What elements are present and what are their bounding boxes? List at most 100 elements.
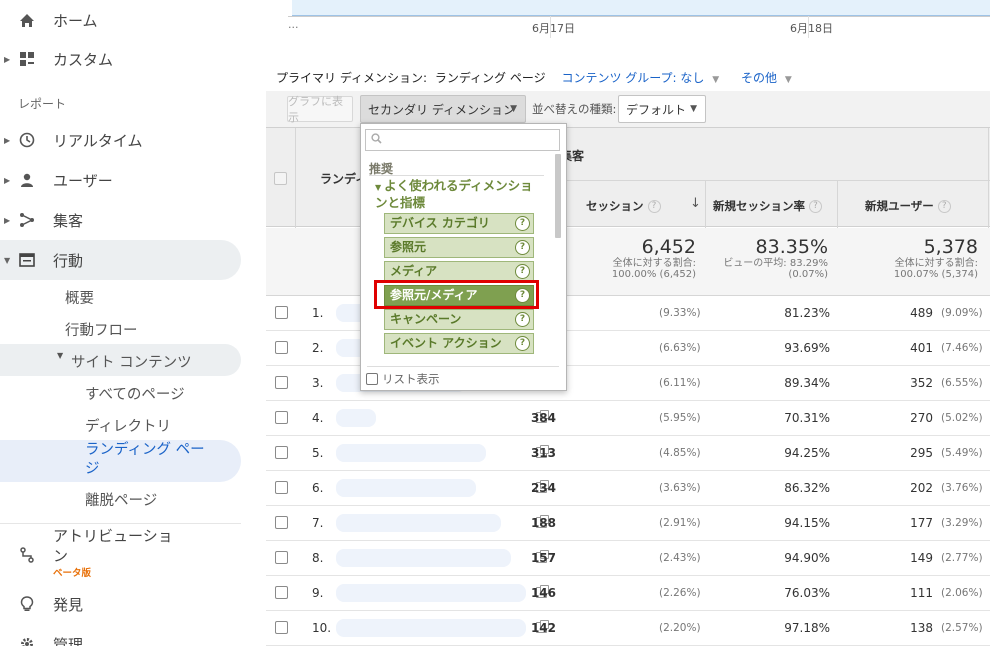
row-checkbox[interactable] [275,586,288,599]
row-checkbox[interactable] [275,446,288,459]
table-row[interactable]: 4. 384 (5.95%) 70.31% 270 (5.02%) [266,401,990,436]
sidebar-item-users[interactable]: ▶ ユーザー [0,160,241,200]
list-view-label: リスト表示 [382,372,440,386]
new-users-column-header[interactable]: 新規ユーザー? [865,198,951,214]
help-icon[interactable]: ? [515,240,530,255]
sidebar-item-label: ユーザー [53,171,113,190]
table-row[interactable]: 10. 142 (2.20%) 97.18% 138 (2.57%) [266,611,990,646]
new-session-rate-column-header[interactable]: 新規セッション率? [713,198,822,214]
sessions-value: 384 [530,411,556,425]
sessions-percent: (3.63%) [659,482,701,494]
sort-type-select[interactable]: デフォルト ▼ [618,95,706,123]
row-index: 9. [312,586,324,600]
sidebar-item-label: ホーム [53,11,98,30]
caret-right-icon: ▶ [4,175,11,185]
plot-graph-button[interactable]: グラフに表示 [287,95,353,124]
option-label: キャンペーン [390,312,462,326]
column-label: 新規セッション率 [713,199,805,213]
row-checkbox[interactable] [275,551,288,564]
chevron-down-icon: ▼ [784,75,792,85]
list-view-checkbox[interactable] [366,373,378,385]
new-users-percent: (6.55%) [941,377,983,389]
sidebar-item-landing-pages[interactable]: ランディング ページ [85,441,210,479]
option-label: メディア [390,264,438,278]
sidebar-item-behavior[interactable]: ▼ 行動 [0,240,241,280]
new-session-rate-value: 94.15% [784,516,830,530]
row-checkbox[interactable] [275,411,288,424]
help-icon[interactable]: ? [515,312,530,327]
sidebar-item-realtime[interactable]: ▶ リアルタイム [0,120,241,160]
sidebar-item-all-pages[interactable]: すべてのページ [85,383,185,404]
redacted-page-path[interactable] [336,444,486,462]
dimension-option[interactable]: デバイス カテゴリ? [384,213,534,234]
redacted-page-path[interactable] [336,584,526,602]
sidebar-item-attribution[interactable]: アトリビューション [0,526,241,566]
help-icon[interactable]: ? [515,264,530,279]
row-checkbox[interactable] [275,306,288,319]
dashboard-icon [18,50,36,68]
dimension-option[interactable]: イベント アクション? [384,333,534,354]
redacted-page-path[interactable] [336,549,511,567]
sessions-column-header[interactable]: セッション? [586,198,661,214]
sidebar-item-custom[interactable]: ▶ カスタム [0,39,241,79]
new-users-percent: (9.09%) [941,307,983,319]
table-row[interactable]: 7. 188 (2.91%) 94.15% 177 (3.29%) [266,506,990,541]
table-row[interactable]: 9. 146 (2.26%) 76.03% 111 (2.06%) [266,576,990,611]
redacted-page-path[interactable] [336,514,501,532]
secondary-dimension-button[interactable]: セカンダリ ディメンション ▼ [360,95,526,123]
sidebar-item-acquisition[interactable]: ▶ 集客 [0,200,241,240]
help-icon[interactable]: ? [937,200,951,213]
caret-down-icon: ▼ [375,183,382,192]
dimension-option[interactable]: キャンペーン? [384,309,534,330]
dimension-option[interactable]: メディア? [384,261,534,282]
sidebar-item-label: カスタム [53,50,114,69]
dimension-search-input[interactable] [365,129,560,151]
help-icon[interactable]: ? [809,200,822,213]
row-checkbox[interactable] [275,621,288,634]
sessions-value: 146 [530,586,556,600]
help-icon[interactable]: ? [515,336,530,351]
sidebar-item-overview[interactable]: 概要 [65,287,94,308]
common-dimensions-group[interactable]: ▼ よく使われるディメンションと指標 [375,178,540,210]
help-icon[interactable]: ? [647,200,661,213]
highlight-box [374,280,539,309]
row-checkbox[interactable] [275,341,288,354]
dimension-option[interactable]: 参照元? [384,237,534,258]
sort-desc-icon[interactable]: ↓ [690,196,701,211]
sidebar-item-directory[interactable]: ディレクトリ [85,415,171,436]
table-row[interactable]: 8. 157 (2.43%) 94.90% 149 (2.77%) [266,541,990,576]
sessions-percent: (2.43%) [659,552,701,564]
row-checkbox[interactable] [275,481,288,494]
caret-down-icon: ▼ [57,351,64,360]
sidebar-item-discover[interactable]: 発見 [0,584,241,624]
lightbulb-icon [18,595,36,613]
redacted-page-path[interactable] [336,409,376,427]
content-group-link[interactable]: コンテンツ グループ: なし ▼ [561,71,723,85]
sidebar-item-exit-pages[interactable]: 離脱ページ [85,489,157,510]
total-sessions: 6,452 全体に対する割合: 100.00% (6,452) [612,236,696,280]
sidebar-item-label: 発見 [53,595,84,614]
sidebar-item-home[interactable]: ホーム [0,0,241,40]
row-checkbox[interactable] [275,516,288,529]
new-users-value: 401 [910,341,933,355]
clock-icon [18,131,36,149]
row-checkbox[interactable] [275,376,288,389]
other-link[interactable]: その他 ▼ [741,71,796,85]
row-index: 7. [312,516,324,530]
table-row[interactable]: 5. 313 (4.85%) 94.25% 295 (5.49%) [266,436,990,471]
sidebar-item-admin[interactable]: 管理 [0,624,241,646]
sessions-value: 157 [530,551,556,565]
list-view-toggle[interactable]: リスト表示 [366,371,440,387]
redacted-page-path[interactable] [336,479,476,497]
chevron-down-icon: ▼ [712,75,720,85]
option-label: 参照元 [390,240,427,254]
select-all-checkbox[interactable] [274,172,287,185]
option-label: イベント アクション [390,336,502,350]
secondary-dimension-dropdown: 推奨 ▼ よく使われるディメンションと指標 デバイス カテゴリ? 参照元? メディ… [360,123,567,391]
table-row[interactable]: 6. 234 (3.63%) 86.32% 202 (3.76%) [266,471,990,506]
group-label: よく使われるディメンションと指標 [375,178,533,210]
sidebar-item-behavior-flow[interactable]: 行動フロー [65,319,138,340]
redacted-page-path[interactable] [336,619,526,637]
help-icon[interactable]: ? [515,216,530,231]
sidebar-item-label: リアルタイム [53,131,143,150]
